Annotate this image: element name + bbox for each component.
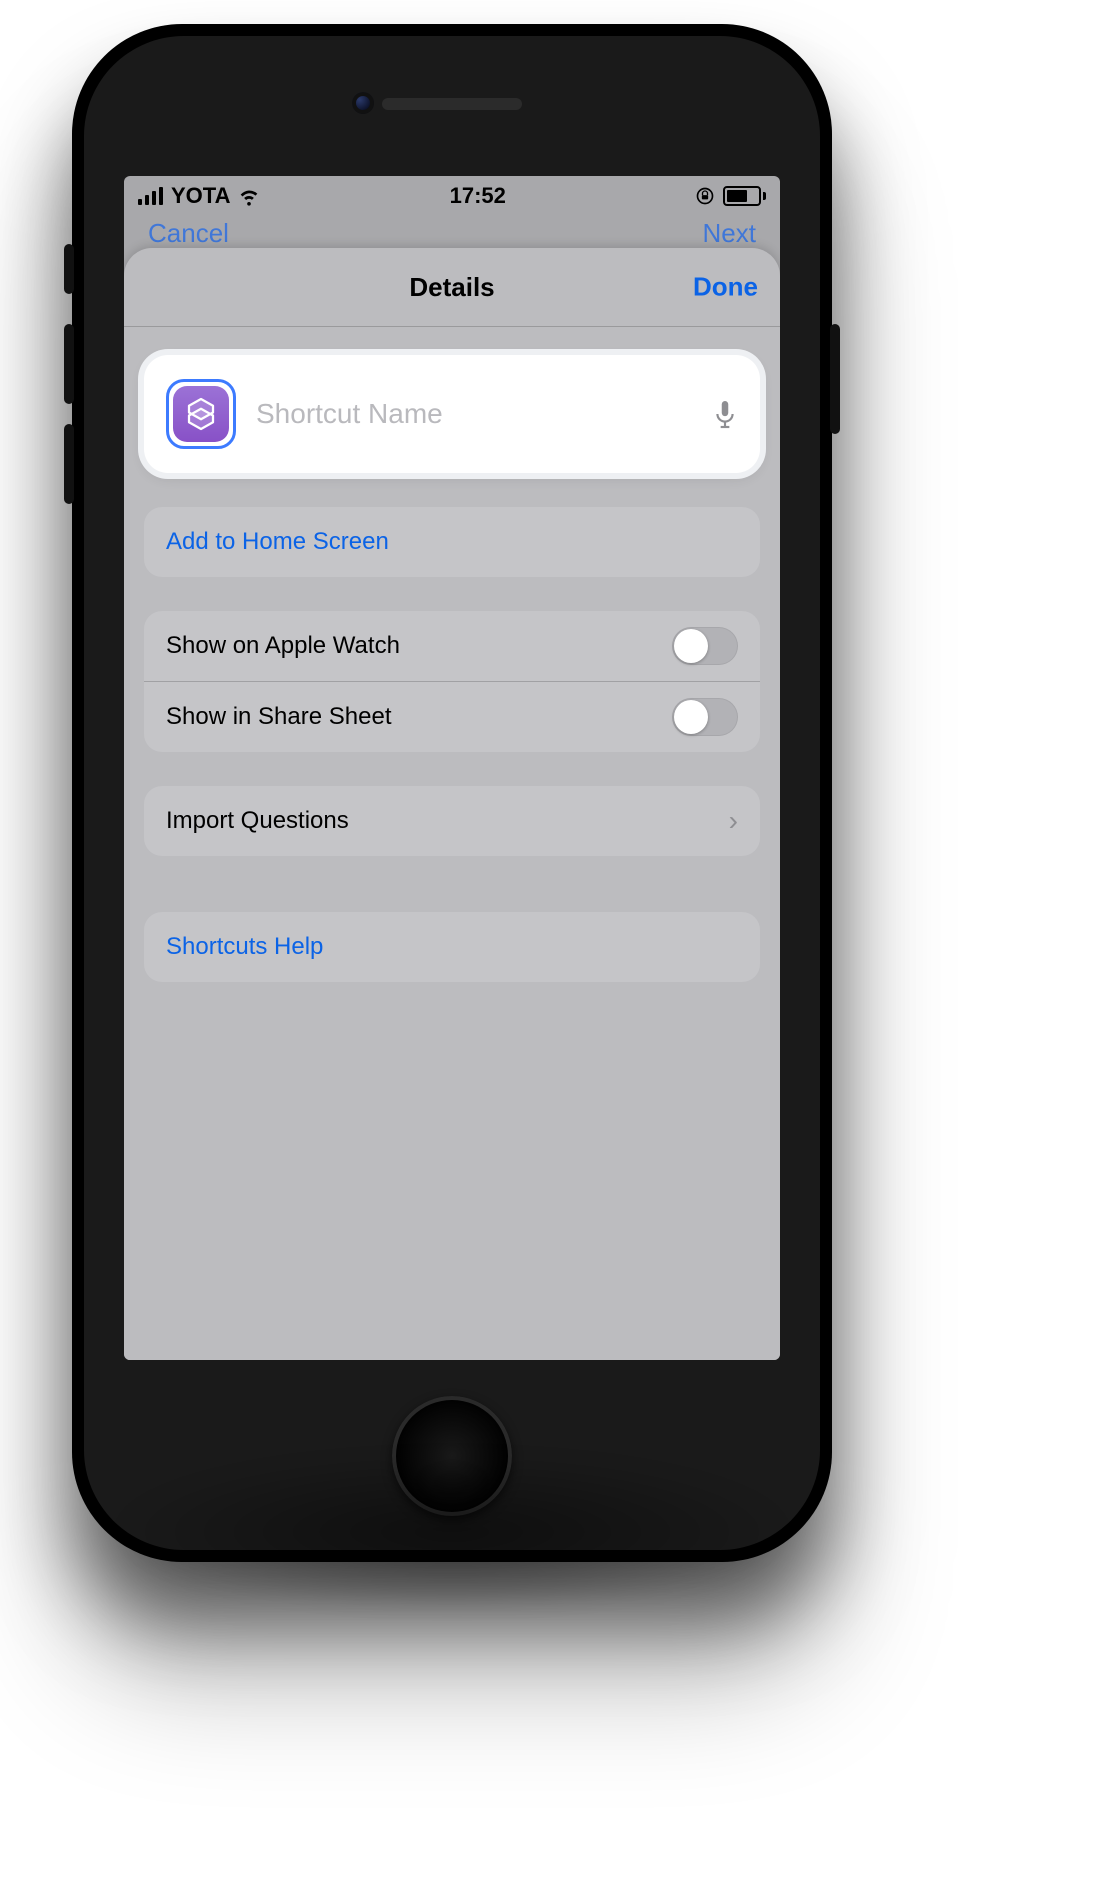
background-next: Next (703, 218, 756, 249)
earpiece-speaker (382, 98, 522, 110)
add-to-home-screen-button[interactable]: Add to Home Screen (144, 507, 760, 577)
cell-signal-icon (138, 187, 163, 205)
show-on-apple-watch-row: Show on Apple Watch (144, 611, 760, 681)
shortcuts-help-label: Shortcuts Help (166, 933, 323, 961)
front-camera (352, 92, 374, 114)
background-nav: Cancel Next (124, 214, 780, 249)
import-questions-button[interactable]: Import Questions › (144, 786, 760, 856)
show-in-share-sheet-label: Show in Share Sheet (166, 703, 391, 731)
shortcuts-app-icon (173, 386, 229, 442)
show-in-share-sheet-toggle[interactable] (672, 698, 738, 736)
volume-down-button (64, 424, 74, 504)
add-to-home-screen-label: Add to Home Screen (166, 528, 389, 556)
sheet-header: Details Done (124, 248, 780, 327)
screen: YOTA 17:52 (124, 176, 780, 1360)
shortcuts-help-button[interactable]: Shortcuts Help (144, 912, 760, 982)
wifi-icon (238, 185, 260, 207)
iphone-device-frame: YOTA 17:52 (72, 24, 832, 1562)
details-sheet: Details Done (124, 248, 780, 1360)
show-on-apple-watch-toggle[interactable] (672, 627, 738, 665)
show-on-apple-watch-label: Show on Apple Watch (166, 632, 400, 660)
background-cancel: Cancel (148, 218, 229, 249)
status-time: 17:52 (450, 183, 506, 209)
dictation-mic-icon[interactable] (712, 398, 738, 430)
mute-switch (64, 244, 74, 294)
import-questions-label: Import Questions (166, 807, 349, 835)
chevron-right-icon: › (729, 805, 738, 837)
show-in-share-sheet-row: Show in Share Sheet (144, 681, 760, 752)
orientation-lock-icon (695, 186, 715, 206)
volume-up-button (64, 324, 74, 404)
battery-icon (723, 186, 766, 206)
power-button (830, 324, 840, 434)
carrier-label: YOTA (171, 183, 230, 209)
status-bar: YOTA 17:52 (124, 176, 780, 214)
shortcut-icon-button[interactable] (166, 379, 236, 449)
shortcut-name-card (144, 355, 760, 473)
shortcut-name-input[interactable] (254, 397, 694, 431)
sheet-title: Details (409, 272, 494, 303)
done-button[interactable]: Done (693, 272, 758, 303)
device-shadow (112, 1452, 792, 1612)
